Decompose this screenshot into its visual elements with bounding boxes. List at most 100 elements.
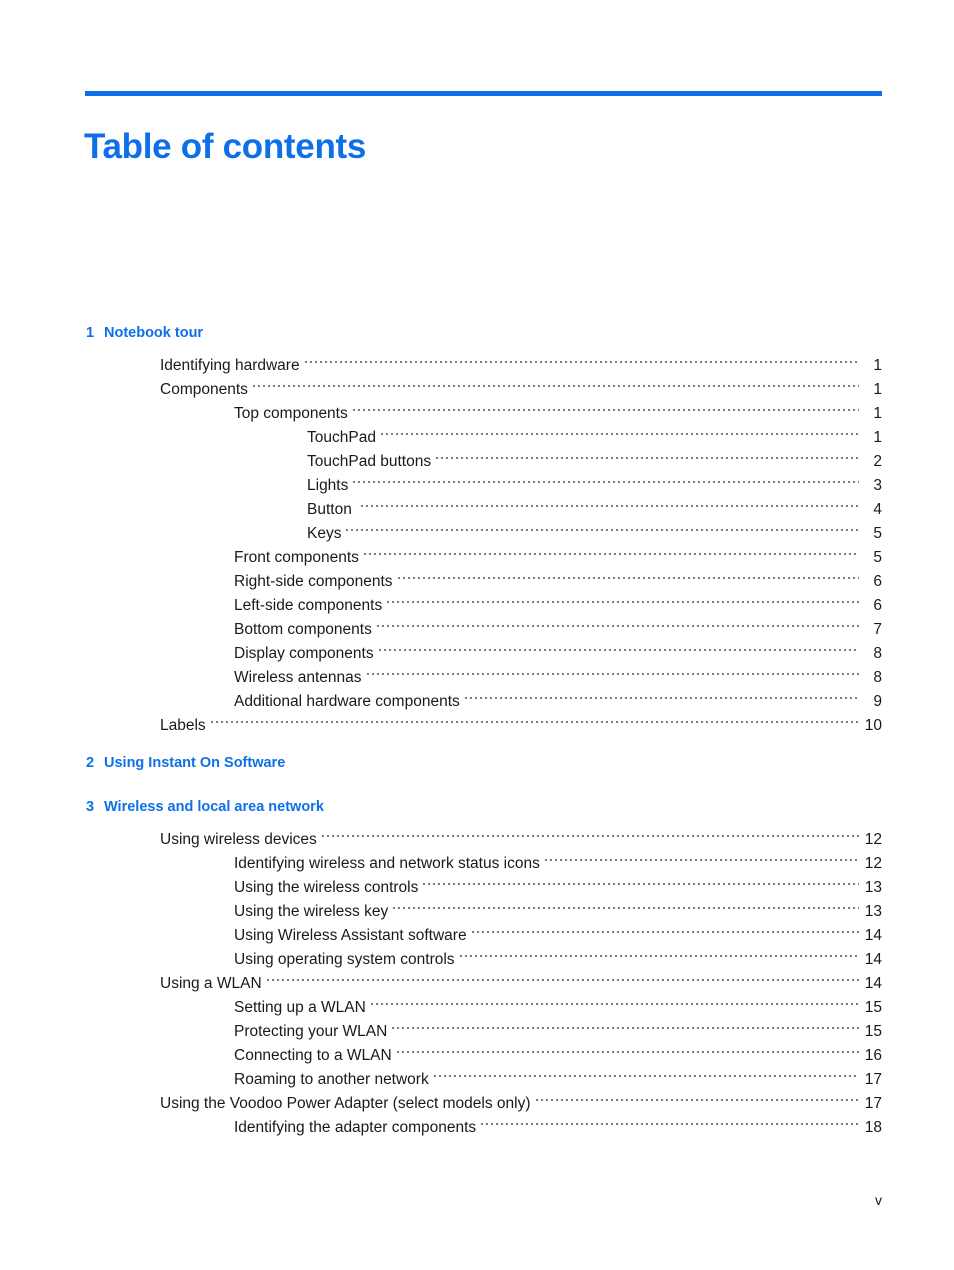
toc-dot-leader [423, 868, 859, 892]
toc-chapter-number: 1 [86, 325, 95, 341]
toc-dot-leader [459, 940, 859, 964]
toc-chapter-title: Wireless and local area network [104, 799, 324, 815]
toc-dot-leader [396, 1036, 859, 1060]
toc-chapter-heading[interactable]: 1 Notebook tour [0, 322, 954, 344]
toc-entry-label: Right-side components [234, 573, 393, 590]
toc-chapter-title: Using Instant On Software [104, 755, 286, 771]
toc-entry[interactable]: Using wireless devices 12 [0, 820, 954, 848]
toc-dot-leader [210, 706, 859, 730]
toc-dot-leader [266, 964, 859, 988]
toc-entry-page-number: 6 [873, 573, 882, 590]
toc-entry[interactable]: Display components 8 [0, 634, 954, 662]
toc-dot-leader [392, 1012, 859, 1036]
toc-chapter: 1 Notebook tour Identifying hardware 1 Compo… [0, 322, 954, 734]
toc-dot-leader [471, 916, 859, 940]
toc-dot-leader [366, 658, 859, 682]
toc-dot-leader [481, 1108, 859, 1132]
toc-dot-leader [464, 682, 859, 706]
toc-chapter: 3 Wireless and local area network Using wi… [0, 796, 954, 1136]
toc-entry[interactable]: Identifying hardware 1 [0, 346, 954, 374]
toc-entry[interactable]: Using the wireless key 13 [0, 892, 954, 920]
toc-entry[interactable]: Button 4 [0, 490, 954, 518]
toc-entry[interactable]: Bottom components 7 [0, 610, 954, 638]
toc-dot-leader [387, 586, 859, 610]
toc-entry-label: Identifying the adapter components [234, 1119, 477, 1136]
toc-entry-label: Using a WLAN [160, 975, 262, 992]
toc-entry[interactable]: Using the Voodoo Power Adapter (select m… [0, 1084, 954, 1112]
toc-entry[interactable]: TouchPad buttons 2 [0, 442, 954, 470]
toc-entry-page-number: 10 [864, 717, 882, 734]
toc-entry-page-number: 12 [864, 831, 882, 848]
toc-dot-leader [397, 562, 859, 586]
toc-entry-page-number: 13 [864, 903, 882, 920]
toc-entry[interactable]: Left-side components 6 [0, 586, 954, 614]
toc-dot-leader [363, 538, 859, 562]
toc-entry-page-number: 1 [873, 429, 882, 446]
toc-entry-page-number: 18 [864, 1119, 882, 1136]
toc-entry[interactable]: Using a WLAN 14 [0, 964, 954, 992]
toc-entry-page-number: 5 [873, 549, 882, 566]
toc-entry-page-number: 7 [873, 621, 882, 638]
toc-entry[interactable]: Top components 1 [0, 394, 954, 422]
toc-entry[interactable]: TouchPad 1 [0, 418, 954, 446]
toc-entry[interactable]: Identifying wireless and network status … [0, 844, 954, 872]
toc-dot-leader [252, 370, 859, 394]
toc-entry-label: Display components [234, 645, 374, 662]
toc-entry[interactable]: Setting up a WLAN 15 [0, 988, 954, 1016]
toc-entry-label: Left-side components [234, 597, 383, 614]
toc-entry[interactable]: Roaming to another network 17 [0, 1060, 954, 1088]
toc-dot-leader [378, 634, 859, 658]
toc-entry[interactable]: Labels 10 [0, 706, 954, 734]
toc-entry[interactable]: Additional hardware components 9 [0, 682, 954, 710]
toc-entry-page-number: 4 [873, 501, 882, 518]
toc-entry-label: TouchPad [307, 429, 376, 446]
toc-entry-label: Components [160, 381, 248, 398]
toc-dot-leader [393, 892, 859, 916]
document-page: Table of contents 1 Notebook tour Identify… [0, 0, 954, 1270]
toc-entry[interactable]: Keys 5 [0, 514, 954, 542]
toc-entry-label: Top components [234, 405, 348, 422]
toc-entry-page-number: 9 [873, 693, 882, 710]
toc-entry-page-number: 1 [873, 357, 882, 374]
toc-entry-page-number: 13 [864, 879, 882, 896]
toc-dot-leader [321, 820, 859, 844]
toc-entry[interactable]: Using the wireless controls 13 [0, 868, 954, 896]
toc-chapter-heading[interactable]: 3 Wireless and local area network [0, 796, 954, 818]
toc-entry-page-number: 8 [873, 669, 882, 686]
toc-entry-page-number: 1 [873, 405, 882, 422]
toc-dot-leader [361, 490, 859, 514]
toc-dot-leader [352, 394, 859, 418]
toc-entry-label: Roaming to another network [234, 1071, 429, 1088]
toc-entry-label: Protecting your WLAN [234, 1023, 388, 1040]
toc-entry[interactable]: Protecting your WLAN 15 [0, 1012, 954, 1040]
toc-entry-page-number: 6 [873, 597, 882, 614]
toc-chapter-number: 3 [86, 799, 95, 815]
toc-entry[interactable]: Right-side components 6 [0, 562, 954, 590]
toc-entry[interactable]: Using operating system controls 14 [0, 940, 954, 968]
toc-dot-leader [353, 466, 859, 490]
toc-entry-page-number: 14 [864, 927, 882, 944]
toc-entry[interactable]: Components 1 [0, 370, 954, 398]
toc-dot-leader [370, 988, 859, 1012]
toc-entry[interactable]: Front components 5 [0, 538, 954, 566]
toc-dot-leader [304, 346, 859, 370]
toc-entry[interactable]: Wireless antennas 8 [0, 658, 954, 686]
toc-entry-label: Keys [307, 525, 342, 542]
toc-chapter-number: 2 [86, 755, 95, 771]
toc-entry-label: Using the Voodoo Power Adapter (select m… [160, 1095, 531, 1112]
toc-dot-leader [436, 442, 859, 466]
toc-dot-leader [376, 610, 859, 634]
toc-entry-page-number: 14 [864, 951, 882, 968]
title-divider-rule [85, 91, 882, 96]
page-title: Table of contents [84, 127, 367, 167]
toc-entry-label: Using wireless devices [160, 831, 317, 848]
toc-chapter-heading[interactable]: 2 Using Instant On Software [0, 752, 954, 774]
toc-entry-list: Identifying hardware 1 Components 1 Top comp… [0, 346, 954, 734]
toc-entry-label: Setting up a WLAN [234, 999, 366, 1016]
toc-entry[interactable]: Using Wireless Assistant software 14 [0, 916, 954, 944]
toc-entry-label: Using the wireless key [234, 903, 389, 920]
toc-entry-label: Using Wireless Assistant software [234, 927, 467, 944]
toc-entry[interactable]: Connecting to a WLAN 16 [0, 1036, 954, 1064]
toc-entry[interactable]: Lights 3 [0, 466, 954, 494]
toc-entry-label: Using the wireless controls [234, 879, 419, 896]
